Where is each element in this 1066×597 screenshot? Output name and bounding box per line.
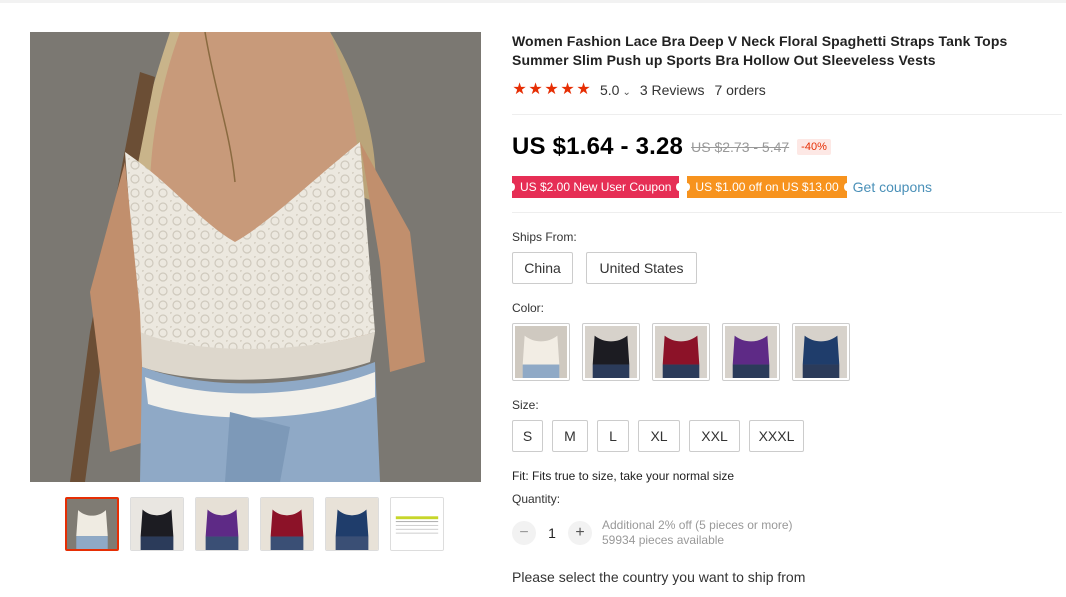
size-option-s[interactable]: S: [512, 420, 543, 452]
quantity-label: Quantity:: [512, 492, 561, 506]
rating-value-dropdown[interactable]: 5.0 ⌄: [600, 82, 631, 98]
thumbnail-black[interactable]: [130, 497, 184, 551]
rating-value: 5.0: [600, 82, 620, 98]
thumbnail-white[interactable]: [65, 497, 119, 551]
coupon-row: US $2.00 New User Coupon US $1.00 off on…: [508, 176, 932, 198]
ship-option-china[interactable]: China: [512, 252, 573, 284]
size-option-xxxl[interactable]: XXXL: [749, 420, 804, 452]
ships-from-label: Ships From:: [512, 230, 577, 244]
size-options: S M L XL XXL XXXL: [512, 420, 804, 452]
decrease-quantity-button[interactable]: −: [512, 521, 536, 545]
top-divider: [0, 0, 1066, 3]
color-swatch-wine-red[interactable]: [652, 323, 710, 381]
divider: [512, 212, 1062, 213]
product-info-panel: Women Fashion Lace Bra Deep V Neck Flora…: [508, 32, 1066, 585]
stock-available: 59934 pieces available: [602, 533, 725, 547]
ship-option-united-states[interactable]: United States: [586, 252, 697, 284]
thumbnail-purple[interactable]: [195, 497, 249, 551]
get-coupons-link[interactable]: Get coupons: [853, 179, 932, 195]
quantity-stepper: − 1 + Additional 2% off (5 pieces or mor…: [512, 518, 793, 548]
color-swatch-white[interactable]: [512, 323, 570, 381]
thumbnail-strip: [65, 497, 444, 551]
main-product-image[interactable]: [30, 32, 481, 482]
color-swatch-purple[interactable]: [722, 323, 780, 381]
color-label: Color:: [512, 301, 545, 315]
original-price: US $2.73 - 5.47: [691, 139, 790, 155]
color-swatches: [512, 323, 850, 381]
shipping-country-prompt: Please select the country you want to sh…: [512, 569, 806, 585]
increase-quantity-button[interactable]: +: [568, 521, 592, 545]
color-swatch-black[interactable]: [582, 323, 640, 381]
star-icon: ★: [544, 81, 559, 98]
current-price: US $1.64 - 3.28: [512, 133, 684, 160]
product-title: Women Fashion Lace Bra Deep V Neck Flora…: [512, 33, 1008, 68]
discount-badge: -40%: [797, 139, 831, 155]
thumbnail-navy[interactable]: [325, 497, 379, 551]
thumbnail-wine-red[interactable]: [260, 497, 314, 551]
rating-stars: ★ ★ ★ ★ ★: [512, 82, 591, 98]
chevron-down-icon: ⌄: [622, 87, 631, 98]
size-option-l[interactable]: L: [597, 420, 629, 452]
product-photo: [30, 32, 481, 482]
size-option-m[interactable]: M: [552, 420, 588, 452]
fit-note: Fit: Fits true to size, take your normal…: [512, 469, 735, 483]
price-row: US $1.64 - 3.28 US $2.73 - 5.47 -40%: [512, 133, 831, 161]
quantity-input[interactable]: 1: [536, 525, 568, 541]
star-icon: ★: [528, 81, 543, 98]
star-icon: ★: [576, 81, 591, 98]
star-icon: ★: [560, 81, 575, 98]
thumbnail-size-chart[interactable]: [390, 497, 444, 551]
bulk-discount-note: Additional 2% off (5 pieces or more): [602, 518, 793, 532]
star-icon: ★: [512, 81, 527, 98]
orders-count: 7 orders: [714, 82, 766, 98]
quantity-info: Additional 2% off (5 pieces or more) 599…: [602, 518, 793, 548]
size-label: Size:: [512, 398, 539, 412]
size-option-xl[interactable]: XL: [638, 420, 680, 452]
rating-summary: ★ ★ ★ ★ ★ 5.0 ⌄ 3 Reviews 7 orders: [512, 82, 766, 99]
color-swatch-navy[interactable]: [792, 323, 850, 381]
new-user-coupon[interactable]: US $2.00 New User Coupon: [508, 176, 683, 198]
reviews-link[interactable]: 3 Reviews: [640, 82, 705, 98]
size-option-xxl[interactable]: XXL: [689, 420, 740, 452]
divider: [512, 114, 1062, 115]
store-coupon[interactable]: US $1.00 off on US $13.00: [684, 176, 850, 198]
ships-from-options: China United States: [512, 252, 697, 284]
